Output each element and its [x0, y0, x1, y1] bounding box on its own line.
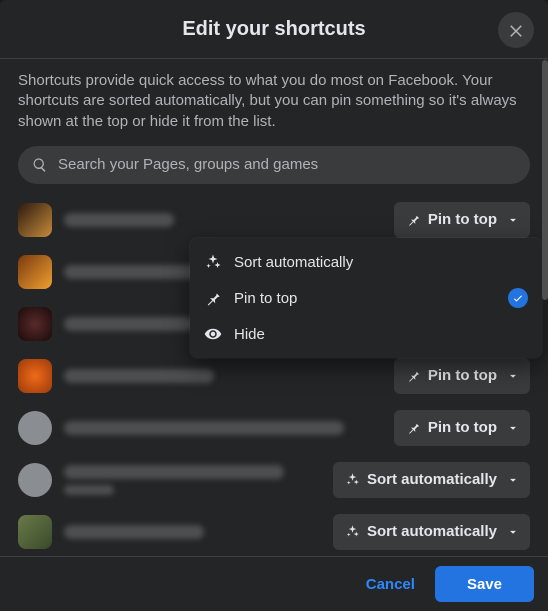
- chevron-down-icon: [506, 525, 520, 539]
- shortcut-thumbnail: [18, 411, 52, 445]
- chevron-down-icon: [506, 213, 520, 227]
- pin-icon: [204, 289, 222, 307]
- shortcut-name: [64, 369, 394, 383]
- action-label: Sort automatically: [367, 523, 497, 540]
- menu-item-hide[interactable]: Hide: [196, 316, 536, 352]
- menu-item-label: Pin to top: [234, 290, 496, 307]
- menu-item-label: Sort automatically: [234, 254, 528, 271]
- dialog-header: Edit your shortcuts: [0, 0, 548, 59]
- dialog-description: Shortcuts provide quick access to what y…: [0, 59, 548, 146]
- shortcut-name: [64, 421, 394, 435]
- chevron-down-icon: [506, 369, 520, 383]
- shortcut-row: Pin to top: [18, 402, 530, 454]
- pin-icon: [406, 368, 421, 383]
- menu-item-pin-to-top[interactable]: Pin to top: [196, 280, 536, 316]
- action-label: Sort automatically: [367, 471, 497, 488]
- scrollbar-thumb[interactable]: [542, 60, 548, 300]
- chevron-down-icon: [506, 421, 520, 435]
- menu-item-label: Hide: [234, 326, 528, 343]
- search-icon: [32, 157, 48, 173]
- cancel-button[interactable]: Cancel: [352, 566, 429, 602]
- shortcut-thumbnail: [18, 463, 52, 497]
- shortcut-row: Sort automatically: [18, 506, 530, 558]
- shortcut-thumbnail: [18, 255, 52, 289]
- shortcut-action-dropdown[interactable]: Pin to top: [394, 358, 530, 394]
- action-label: Pin to top: [428, 419, 497, 436]
- search-input[interactable]: [56, 155, 516, 174]
- shortcut-name: [64, 525, 333, 539]
- dialog-title: Edit your shortcuts: [182, 18, 365, 41]
- search-field[interactable]: [18, 146, 530, 184]
- shortcut-action-dropdown[interactable]: Sort automatically: [333, 462, 530, 498]
- sparkle-icon: [204, 253, 222, 271]
- chevron-down-icon: [506, 473, 520, 487]
- dialog-footer: Cancel Save: [0, 556, 548, 611]
- shortcut-thumbnail: [18, 515, 52, 549]
- shortcut-name: [64, 465, 333, 495]
- pin-icon: [406, 420, 421, 435]
- action-label: Pin to top: [428, 367, 497, 384]
- shortcut-action-dropdown[interactable]: Pin to top: [394, 202, 530, 238]
- pin-icon: [406, 212, 421, 227]
- menu-item-sort-automatically[interactable]: Sort automatically: [196, 244, 536, 280]
- sparkle-icon: [345, 472, 360, 487]
- action-label: Pin to top: [428, 211, 497, 228]
- selected-check: [508, 288, 528, 308]
- close-icon: [507, 21, 525, 39]
- shortcut-name: [64, 213, 394, 227]
- shortcut-action-dropdown[interactable]: Pin to top: [394, 410, 530, 446]
- eye-icon: [204, 325, 222, 343]
- action-dropdown-menu: Sort automatically Pin to top Hide: [190, 238, 542, 358]
- check-icon: [512, 292, 524, 304]
- shortcut-action-dropdown[interactable]: Sort automatically: [333, 514, 530, 550]
- save-button[interactable]: Save: [435, 566, 534, 602]
- sparkle-icon: [345, 524, 360, 539]
- shortcut-thumbnail: [18, 203, 52, 237]
- shortcut-thumbnail: [18, 359, 52, 393]
- shortcut-row: Sort automatically: [18, 454, 530, 506]
- shortcut-thumbnail: [18, 307, 52, 341]
- close-button[interactable]: [498, 12, 534, 48]
